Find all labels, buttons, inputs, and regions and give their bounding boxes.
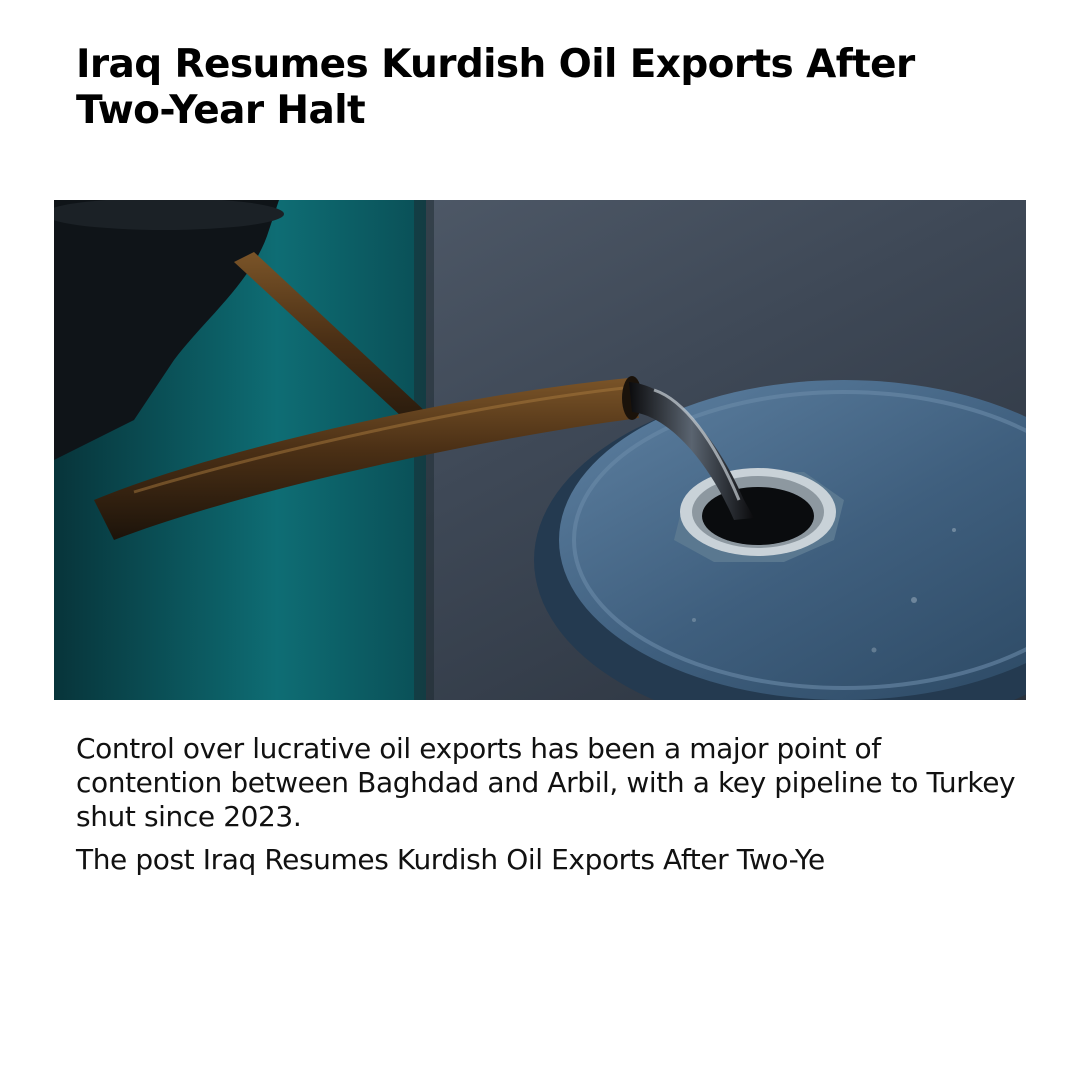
article-summary: Control over lucrative oil exports has b…: [76, 732, 1016, 833]
article-headline: Iraq Resumes Kurdish Oil Exports After T…: [76, 42, 915, 133]
article-excerpt: The post Iraq Resumes Kurdish Oil Export…: [76, 843, 825, 876]
hero-image: [54, 200, 1026, 700]
oil-pouring-illustration: [54, 200, 1026, 700]
